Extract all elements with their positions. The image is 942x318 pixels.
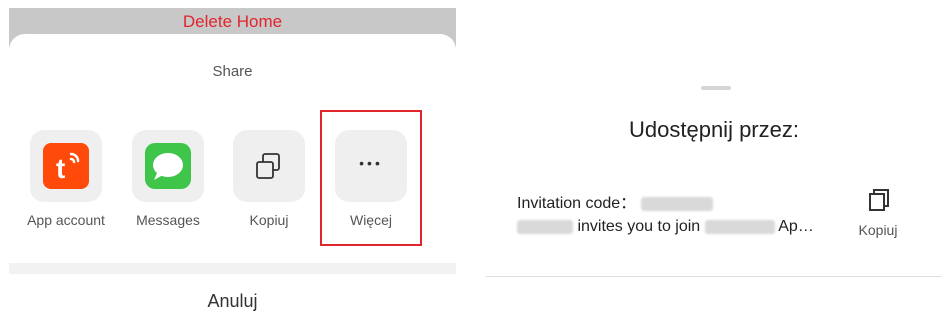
delete-home-button[interactable]: Delete Home: [9, 12, 456, 32]
copy-icon: [869, 189, 889, 211]
screenshot-root: Delete Home Share t App account Messages…: [0, 0, 942, 318]
share-sheet-panel: Delete Home Share t App account Messages…: [0, 0, 466, 318]
messages-option[interactable]: [132, 130, 204, 202]
copy-option[interactable]: [233, 130, 305, 202]
copy-label: Kopiuj: [249, 212, 289, 228]
share-sheet: Share t App account Messages Kopiuj ••• …: [9, 34, 456, 318]
messages-icon: [145, 143, 191, 189]
invite-line-1: Invitation code：: [517, 192, 847, 215]
copy-button-label: Kopiuj: [858, 222, 898, 238]
redacted-home: [704, 219, 775, 234]
highlight-box: [320, 110, 422, 246]
share-title: Share: [212, 63, 253, 80]
redacted-code: [640, 196, 713, 211]
svg-text:t: t: [56, 153, 65, 184]
messages-label: Messages: [136, 212, 200, 228]
copy-button[interactable]: Kopiuj: [848, 186, 908, 246]
share-via-title: Udostępnij przez:: [629, 117, 799, 142]
invite-line-2: invites you to join Ap…: [517, 215, 847, 238]
copy-icon: [256, 153, 280, 179]
share-via-panel: Udostępnij przez: Invitation code： invit…: [486, 0, 942, 318]
invite-message-end: Ap…: [778, 218, 814, 235]
tuya-app-icon: t: [43, 143, 89, 189]
invite-message: invites you to join: [577, 218, 701, 235]
bottom-divider: [486, 276, 942, 277]
section-divider: [9, 263, 456, 274]
app-account-option[interactable]: t: [30, 130, 102, 202]
invitation-text: Invitation code： invites you to join Ap…: [517, 192, 847, 238]
invitation-code-label: Invitation code：: [517, 195, 637, 212]
redacted-user: [517, 219, 573, 234]
cancel-button[interactable]: Anuluj: [9, 291, 456, 312]
drag-handle[interactable]: [701, 86, 731, 90]
app-account-label: App account: [27, 212, 105, 228]
